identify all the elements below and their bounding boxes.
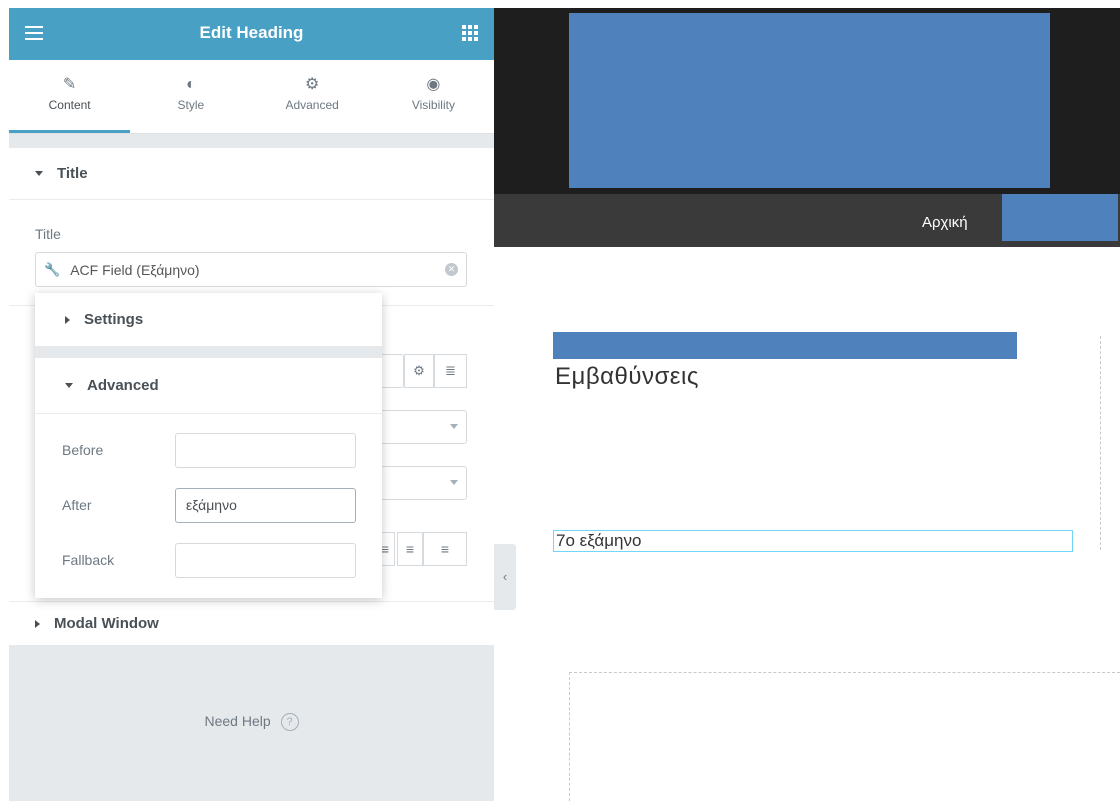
section-modal-label: Modal Window [54,615,159,632]
panel-title: Edit Heading [199,23,304,42]
title-dynamic-field[interactable]: 🔧 ACF Field (Εξάμηνο) ✕ [35,252,467,287]
title-field-label: Title [35,226,61,242]
fallback-label: Fallback [62,552,115,568]
dynamic-tag-value: ACF Field (Εξάμηνο) [70,261,200,278]
before-input[interactable] [175,433,356,468]
popover-settings-toggle[interactable]: Settings [35,293,382,346]
popover-divider [35,346,382,358]
nav-link-home[interactable]: Αρχική [922,214,968,231]
collapse-panel-handle[interactable]: ‹ [494,544,516,610]
tab-content[interactable]: ✎ Content [9,60,131,133]
wrench-icon: 🔧 [44,261,61,277]
section-title-label: Title [57,165,88,182]
fallback-input[interactable] [175,543,356,578]
section-outline [569,672,1120,673]
clear-icon[interactable]: ✕ [445,263,458,276]
tab-visibility[interactable]: ◉ Visibility [373,60,494,133]
eye-icon: ◉ [426,76,441,93]
pencil-icon: ✎ [62,76,77,93]
caret-right-icon [65,315,70,324]
selected-heading-widget[interactable]: 7ο εξάμηνο [553,530,1073,552]
dynamic-tags-button[interactable]: ≣ [434,354,467,388]
align-right-button[interactable]: ≡ [397,532,423,566]
before-label: Before [62,442,104,458]
panel-tabs: ✎ Content ◐ Style ⚙ Advanced ◉ Visibilit… [9,60,494,134]
redacted-nav-block [1002,194,1118,241]
need-help-link[interactable]: Need Help ? [9,713,494,732]
popover-settings-label: Settings [84,311,144,328]
html-tag-select[interactable] [369,466,467,500]
tab-style[interactable]: ◐ Style [130,60,251,133]
size-select[interactable] [369,410,467,444]
dynamic-tag-popover: Settings Advanced Before After εξάμηνο F… [35,293,382,598]
tab-advanced[interactable]: ⚙ Advanced [252,60,373,133]
chevron-left-icon: ‹ [502,569,508,584]
section-title-toggle[interactable]: Title [9,148,494,200]
widgets-grid-icon[interactable] [462,25,478,41]
panel-header: Edit Heading [9,8,494,60]
caret-down-icon [65,383,73,388]
popover-advanced-label: Advanced [87,377,159,394]
need-help-label: Need Help [204,713,271,729]
chevron-down-icon [450,424,458,429]
caret-down-icon [35,171,43,176]
after-input[interactable]: εξάμηνο [175,488,356,523]
before-row: Before [35,433,382,469]
column-outline [1100,336,1101,550]
tab-label: Advanced [285,98,339,112]
question-icon: ? [280,713,299,732]
page-subtitle: Εμβαθύνσεις [555,363,699,390]
tab-label: Visibility [411,98,455,112]
caret-right-icon [35,619,40,628]
redacted-title [553,332,1017,359]
after-label: After [62,497,92,513]
after-row: After εξάμηνο [35,488,382,524]
section-modal-window-toggle[interactable]: Modal Window [9,601,494,645]
gear-icon: ⚙ [304,76,320,93]
redacted-hero-image [569,13,1050,188]
chevron-down-icon [450,480,458,485]
half-circle-icon: ◐ [186,76,196,93]
tab-label: Style [177,98,205,112]
link-settings-button[interactable]: ⚙ [404,354,434,388]
tab-label: Content [48,98,91,112]
align-justify-button[interactable]: ≡ [423,532,467,566]
fallback-row: Fallback [35,543,382,579]
section-outline-left [569,672,570,801]
popover-advanced-toggle[interactable]: Advanced [35,358,382,414]
